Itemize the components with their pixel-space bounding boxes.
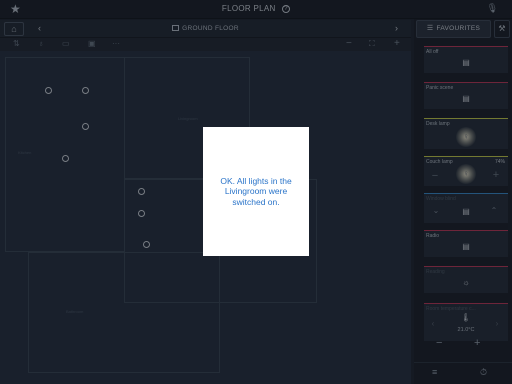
zoom-in-button[interactable]: + xyxy=(394,38,400,49)
floor-selector[interactable]: GROUND FLOOR xyxy=(0,25,411,32)
page-title: FLOOR PLAN ? xyxy=(0,4,512,13)
bulb-icon: ♀ xyxy=(463,132,469,141)
light-filter-icon[interactable]: ♁ xyxy=(38,39,44,48)
light-marker[interactable] xyxy=(82,87,89,94)
fit-screen-icon[interactable]: ⛶ xyxy=(369,39,375,49)
increase-button[interactable]: + xyxy=(490,169,502,181)
panel-bottom-bar: ≡ ⏱ xyxy=(414,362,512,384)
panel-header: ☰ FAVOURITES ⚒ xyxy=(414,20,512,38)
light-marker[interactable] xyxy=(138,210,145,217)
sun-icon: ☼ xyxy=(462,278,470,287)
card-label: Couch lamp xyxy=(426,159,453,165)
temp-increase-button[interactable]: + xyxy=(474,337,480,349)
chevron-right-icon[interactable]: › xyxy=(492,319,502,328)
light-marker[interactable] xyxy=(138,188,145,195)
scene-icon: ▤ xyxy=(462,58,470,67)
fav-card-room-temperature[interactable]: Room temperature c... ‹ 🌡 21.0°C › xyxy=(424,303,508,341)
bulb-icon: ♀ xyxy=(463,169,469,178)
page-title-text: FLOOR PLAN xyxy=(221,4,276,13)
fav-card-window-blind[interactable]: Window blind ⌄ ▤ ⌃ xyxy=(424,193,508,223)
room-label: Kitchen xyxy=(18,150,32,155)
wrench-icon[interactable]: ⚒ xyxy=(494,20,510,38)
fav-card-radio[interactable]: Radio ▤ xyxy=(424,230,508,257)
device-filter-icon[interactable]: ▣ xyxy=(88,39,96,48)
floor-name: GROUND FLOOR xyxy=(182,25,239,32)
confirmation-dialog[interactable]: OK. All lights in the Livingroom were sw… xyxy=(203,127,309,256)
dim-level: 74% xyxy=(494,159,505,165)
fav-card-all-off[interactable]: All off ▤ xyxy=(424,46,508,73)
more-icon[interactable]: ··· xyxy=(112,39,120,48)
card-label: Desk lamp xyxy=(426,121,450,127)
light-marker[interactable] xyxy=(62,155,69,162)
floor-icon xyxy=(172,25,180,31)
zoom-out-button[interactable]: − xyxy=(346,38,352,49)
room-bathroom[interactable] xyxy=(28,252,220,373)
temp-decrease-button[interactable]: − xyxy=(436,337,442,349)
blind-filter-icon[interactable]: ▭ xyxy=(62,39,70,48)
filter-icon[interactable]: ⇅ xyxy=(13,39,20,48)
card-label: Window blind xyxy=(426,196,456,202)
blind-up-button[interactable]: ⌃ xyxy=(488,206,500,215)
floor-nav-bar: ⌂ ‹ GROUND FLOOR › xyxy=(0,20,411,38)
top-bar: ★ FLOOR PLAN ? 🎙 xyxy=(0,0,512,19)
decrease-button[interactable]: − xyxy=(430,170,440,182)
dialog-message: OK. All lights in the Livingroom were sw… xyxy=(220,175,292,207)
card-label: All off xyxy=(426,49,439,55)
fav-card-panic-scene[interactable]: Panic scene ▤ xyxy=(424,82,508,109)
room-label: Livingroom xyxy=(178,116,198,121)
card-label: Reading xyxy=(426,269,445,275)
favourites-panel: ☰ FAVOURITES ⚒ All off ▤ Panic scene ▤ De… xyxy=(414,19,512,384)
light-marker[interactable] xyxy=(143,241,150,248)
room-label: Bathroom xyxy=(66,309,84,314)
next-floor-button[interactable]: › xyxy=(395,23,398,33)
scene-icon: ▤ xyxy=(462,94,470,103)
card-label: Room temperature c... xyxy=(426,306,476,312)
fav-card-desk-lamp[interactable]: Desk lamp ♀ xyxy=(424,118,508,149)
favourites-tab-label: FAVOURITES xyxy=(436,25,481,32)
edit-list-icon[interactable]: ≡ xyxy=(432,367,437,377)
fav-card-couch-lamp[interactable]: Couch lamp 74% − ♀ + xyxy=(424,156,508,186)
microphone-icon[interactable]: 🎙 xyxy=(487,3,498,14)
light-marker[interactable] xyxy=(45,87,52,94)
light-marker[interactable] xyxy=(82,123,89,130)
radio-icon: ▤ xyxy=(462,242,470,251)
app-root: ★ FLOOR PLAN ? 🎙 ⌂ ‹ GROUND FLOOR › ⇅ ♁ … xyxy=(0,0,512,384)
favourites-tab[interactable]: ☰ FAVOURITES xyxy=(416,20,491,38)
fav-card-reading[interactable]: Reading ☼ xyxy=(424,266,508,293)
help-icon[interactable]: ? xyxy=(282,5,291,13)
list-icon: ☰ xyxy=(426,25,434,32)
card-label: Radio xyxy=(426,233,440,239)
plan-toolbar: ⇅ ♁ ▭ ▣ ··· − ⛶ + xyxy=(0,38,411,51)
card-label: Panic scene xyxy=(426,85,454,91)
timer-icon[interactable]: ⏱ xyxy=(480,367,487,378)
